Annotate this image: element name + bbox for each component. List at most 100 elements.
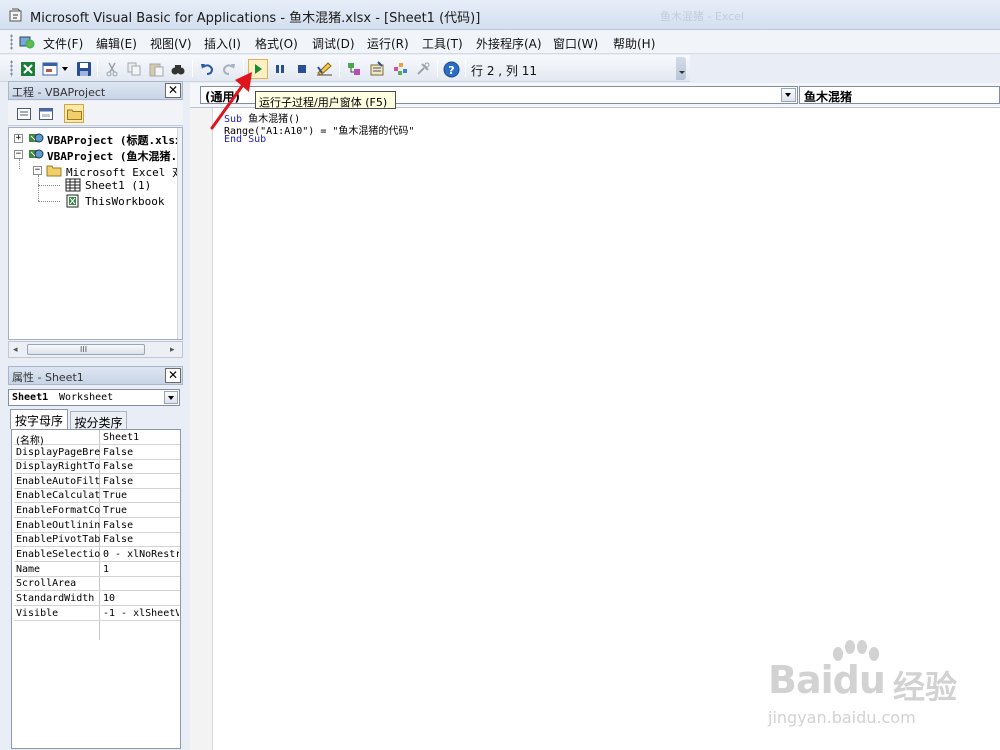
property-row[interactable]: EnableSelection0 - xlNoRestrictions <box>14 548 180 562</box>
vba-app-icon <box>9 8 22 22</box>
property-value[interactable]: 10 <box>103 593 179 604</box>
procedure-combo[interactable]: 鱼木混猪 <box>799 86 1000 104</box>
property-row[interactable]: EnableFormatConditionsCalculationTrue <box>14 504 180 518</box>
find-icon[interactable] <box>168 59 188 79</box>
tree-item-project-1[interactable]: + VBAProject (标题.xlsx) <box>9 131 182 147</box>
property-value[interactable]: False <box>103 520 179 531</box>
vba-menu-icon[interactable] <box>19 34 35 50</box>
property-name: (名称) <box>16 436 44 447</box>
project-toolbar <box>8 101 183 126</box>
property-value[interactable]: False <box>103 476 179 487</box>
property-name: DisplayRightToLeft <box>16 461 100 472</box>
project-close-icon[interactable]: ✕ <box>165 83 181 98</box>
toolbox-icon[interactable] <box>413 59 433 79</box>
tree-item-project-2[interactable]: − VBAProject (鱼木混猪.xlsx) <box>9 147 182 163</box>
annotation-arrow-icon <box>210 72 252 130</box>
standard-toolbar: ? 行 2 , 列 11 <box>0 55 690 82</box>
object-browser-icon[interactable] <box>390 59 410 79</box>
tab-alphabetic[interactable]: 按字母序 <box>10 409 68 429</box>
property-row[interactable]: ScrollArea <box>14 577 180 591</box>
menu-run[interactable]: 运行(R) <box>367 35 409 52</box>
property-row[interactable]: EnableAutoFilterFalse <box>14 475 180 489</box>
chevron-down-icon[interactable] <box>781 88 796 102</box>
menu-view[interactable]: 视图(V) <box>150 35 192 52</box>
property-value[interactable]: False <box>103 447 179 458</box>
project-tree: + VBAProject (标题.xlsx) − VBAProject (鱼木混… <box>8 127 183 340</box>
property-row[interactable]: EnableOutlining False <box>14 519 180 533</box>
tree-item-sheet1[interactable]: Sheet1 (1) <box>9 178 179 193</box>
menu-file[interactable]: 文件(F) <box>43 35 83 52</box>
tab-categorized[interactable]: 按分类序 <box>70 411 127 430</box>
break-icon[interactable] <box>270 59 290 79</box>
property-row[interactable]: DisplayRightToLeftFalse <box>14 460 180 474</box>
property-value[interactable]: False <box>103 461 179 472</box>
toolbar-separator <box>97 60 98 77</box>
property-name: EnableCalculation <box>16 490 100 501</box>
title-bar: Microsoft Visual Basic for Applications … <box>0 0 1000 30</box>
property-value[interactable]: True <box>103 505 179 516</box>
property-row[interactable]: DisplayPageBreaksFalse <box>14 446 180 460</box>
project-explorer-icon[interactable] <box>344 59 364 79</box>
toolbar-grip[interactable] <box>10 60 13 77</box>
insert-dropdown-icon[interactable] <box>60 59 70 79</box>
scroll-thumb[interactable]: III <box>27 344 145 355</box>
object-selector[interactable]: Sheet1 Worksheet <box>8 389 180 406</box>
code-margin-bar[interactable] <box>190 108 213 750</box>
menu-window[interactable]: 窗口(W) <box>553 35 598 52</box>
tree-horizontal-scrollbar[interactable]: ◂ III ▸ <box>8 341 183 358</box>
insert-userform-icon[interactable] <box>40 59 60 79</box>
reset-icon[interactable] <box>292 59 312 79</box>
collapse-icon[interactable]: − <box>33 166 42 175</box>
property-row[interactable]: EnableCalculationTrue <box>14 489 180 503</box>
expand-icon[interactable]: + <box>14 134 23 143</box>
property-name: Name <box>16 564 41 575</box>
property-row[interactable]: StandardWidth 10 <box>14 592 180 606</box>
scroll-thumb-grip: III <box>80 345 88 354</box>
chevron-down-icon[interactable] <box>164 391 178 404</box>
copy-icon[interactable] <box>124 59 144 79</box>
save-icon[interactable] <box>74 59 94 79</box>
properties-close-icon[interactable]: ✕ <box>165 368 181 383</box>
property-name: EnableOutlining <box>16 520 100 531</box>
menu-tools[interactable]: 工具(T) <box>422 35 463 52</box>
property-value[interactable]: 0 - xlNoRestrictions <box>103 549 179 560</box>
menu-debug[interactable]: 调试(D) <box>312 35 355 52</box>
menu-format[interactable]: 格式(O) <box>255 35 298 52</box>
menu-help[interactable]: 帮助(H) <box>613 35 655 52</box>
property-value[interactable]: Sheet1 <box>103 432 179 443</box>
property-row[interactable]: Name 1 <box>14 563 180 577</box>
property-value[interactable]: True <box>103 490 179 501</box>
design-mode-icon[interactable] <box>315 59 335 79</box>
scroll-right-icon[interactable]: ▸ <box>170 345 175 355</box>
scroll-left-icon[interactable]: ◂ <box>13 345 18 355</box>
menu-edit[interactable]: 编辑(E) <box>96 35 137 52</box>
toolbar-options-button[interactable] <box>676 57 686 80</box>
help-icon[interactable]: ? <box>441 59 461 79</box>
collapse-icon[interactable]: − <box>14 150 23 159</box>
menu-insert[interactable]: 插入(I) <box>204 35 241 52</box>
tree-item-label: VBAProject (鱼木混猪.xlsx) <box>47 150 182 163</box>
view-excel-icon[interactable] <box>18 59 38 79</box>
property-value[interactable]: 1 <box>103 564 179 575</box>
view-object-icon[interactable] <box>36 104 56 123</box>
folder-open-icon <box>46 165 62 177</box>
toggle-folders-icon[interactable] <box>64 104 84 123</box>
property-row[interactable]: EnablePivotTableFalse <box>14 533 180 547</box>
tree-item-label: ThisWorkbook <box>85 195 165 208</box>
run-tooltip: 运行子过程/用户窗体 (F5) <box>255 91 396 109</box>
paste-icon[interactable] <box>146 59 166 79</box>
cut-icon[interactable] <box>102 59 122 79</box>
tree-item-excel-objects[interactable]: − Microsoft Excel 对象 <box>9 163 182 179</box>
menu-addins[interactable]: 外接程序(A) <box>476 35 542 52</box>
view-code-icon[interactable] <box>14 104 34 123</box>
panel-splitter[interactable] <box>183 82 189 750</box>
property-row[interactable]: Visible -1 - xlSheetVisible <box>14 607 180 621</box>
project-panel-title: 工程 - VBAProject <box>12 86 106 99</box>
background-window-title: 鱼木混猪 - Excel <box>660 10 745 23</box>
property-row[interactable]: (名称) Sheet1 <box>14 431 180 447</box>
properties-window-icon[interactable] <box>367 59 387 79</box>
property-value[interactable]: False <box>103 534 179 545</box>
tree-item-thisworkbook[interactable]: ThisWorkbook <box>9 194 179 209</box>
menubar-grip[interactable] <box>10 34 13 50</box>
property-value[interactable]: -1 - xlSheetVisible <box>103 608 179 619</box>
